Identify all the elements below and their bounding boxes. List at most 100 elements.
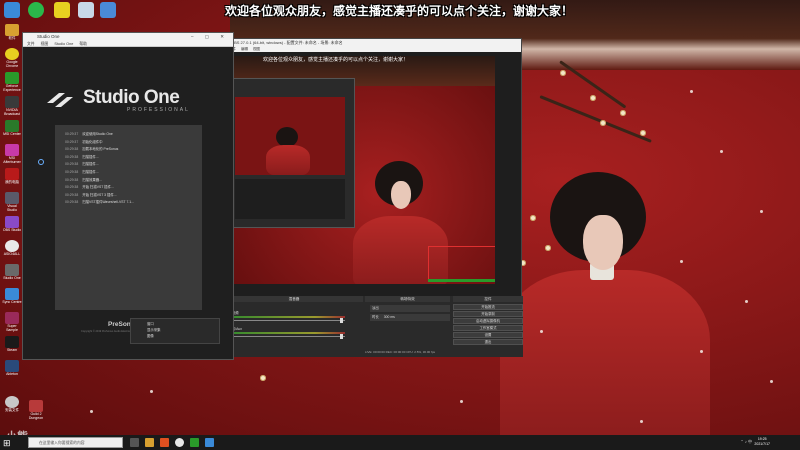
- wechat-icon[interactable]: [28, 2, 44, 18]
- desktop-icon[interactable]: 我的电脑: [2, 168, 22, 190]
- desktop-icon[interactable]: Steam: [2, 336, 22, 358]
- controls-dock-title: 控件: [453, 296, 523, 302]
- visual-studio-icon: [5, 216, 19, 228]
- msi-icon: [5, 144, 19, 156]
- mixer-dock-title: 混音器: [225, 296, 363, 302]
- log-line: 00:29:38 开始 扫描VST 3 插件...: [65, 192, 117, 197]
- desktop-icon[interactable]: Geforce Experience: [2, 72, 22, 94]
- desktop-icon[interactable]: Ableton: [2, 360, 22, 382]
- desktop-icon[interactable]: Google Chrome: [2, 48, 22, 70]
- obs-icon: [5, 240, 19, 252]
- obs-status-bar: LIVE: 00:00:00 REC: 00:00:00 CPU: 2.5%, …: [365, 350, 436, 354]
- mixer-volume-slider[interactable]: [225, 320, 345, 321]
- ableton-icon: [5, 396, 19, 408]
- explorer-icon[interactable]: [145, 438, 154, 447]
- loading-spinner-icon: [38, 159, 44, 165]
- taskbar-clock[interactable]: 19:25 2021/7/17: [754, 437, 770, 447]
- desktop-icon[interactable]: OBS Studio: [2, 216, 22, 238]
- task-view-icon[interactable]: [130, 438, 139, 447]
- log-line: 00:29:38 开始 扫描VST 插件...: [65, 185, 114, 190]
- start-streaming-button[interactable]: 开始推流: [453, 304, 523, 310]
- startup-log: 00:29:37 欢迎使用Studio One 00:29:37 初始化组件中 00…: [55, 125, 202, 310]
- studio-one-window[interactable]: Studio One ‒ ▢ ✕ 文件 视图 Studio One 帮助 Stu…: [22, 32, 234, 360]
- desktop-icon[interactable]: NVIDIA Broadcast: [2, 96, 22, 118]
- log-line: 00:29:38 加载本地化的 PreSonus: [65, 147, 119, 152]
- mixer-meter: [225, 316, 345, 318]
- steam-icon: [5, 360, 19, 372]
- desktop-icon-column: 软件 Google Chrome Geforce Experience NVID…: [0, 0, 24, 435]
- desktop-icon[interactable]: Visual Studio: [2, 192, 22, 214]
- mixer-volume-knob[interactable]: [340, 334, 343, 339]
- nvidia-broadcast-icon: [5, 120, 19, 132]
- media-icon[interactable]: [190, 438, 199, 447]
- log-line: 00:29:38 扫描插件...: [65, 154, 99, 159]
- app-icon[interactable]: [160, 438, 169, 447]
- bird-icon[interactable]: [100, 2, 116, 18]
- taskbar-search-input[interactable]: 在这里输入你要搜索的内容: [28, 437, 123, 448]
- system-tray[interactable]: ⌃ ♪ 中: [740, 439, 752, 445]
- nvidia-icon: [5, 96, 19, 108]
- windows-start-icon[interactable]: ⊞: [3, 438, 11, 449]
- desktop-icon[interactable]: Guild 2 Dungeon: [26, 400, 46, 422]
- mixer-volume-slider[interactable]: [225, 336, 345, 337]
- start-recording-button[interactable]: 开始录制: [453, 311, 523, 317]
- obs-menu-bar: 文件 编辑 视图: [225, 46, 521, 52]
- nested-docks: [235, 179, 345, 219]
- menu-view[interactable]: 视图: [41, 42, 49, 46]
- log-line: 00:29:38 扫描VST插件Waveshell-VST 7.1...: [65, 200, 135, 205]
- log-line: 00:29:37 初始化组件中: [65, 139, 103, 144]
- menu-edit[interactable]: 编辑: [241, 47, 248, 51]
- log-line: 00:29:38 扫描插件...: [65, 169, 99, 174]
- exit-button[interactable]: 退出: [453, 339, 523, 345]
- app-icon[interactable]: [54, 2, 70, 18]
- menu-studio-one[interactable]: Studio One: [54, 42, 73, 46]
- transitions-dock-title: 转场特效: [365, 296, 450, 302]
- desktop-icon[interactable]: Sync Centre: [2, 288, 22, 310]
- settings-button[interactable]: 设置: [453, 332, 523, 338]
- folder-icon: [5, 24, 19, 36]
- desktop-icon[interactable]: MSI Afterburner: [2, 144, 22, 166]
- studio-mode-button[interactable]: 工作室模式: [453, 325, 523, 331]
- studio-one-taskbar-icon[interactable]: [205, 438, 214, 447]
- app-icon: [29, 400, 43, 412]
- studio-one-icon: [5, 288, 19, 300]
- source-item[interactable]: 窗口: [131, 319, 219, 327]
- source-item[interactable]: 图像: [131, 333, 219, 339]
- desktop-icon[interactable]: Super Sample: [2, 312, 22, 334]
- obs-taskbar-icon[interactable]: [175, 438, 184, 447]
- stream-banner: 欢迎各位观众朋友，感觉主播还凑乎的可以点个关注，谢谢大家！: [225, 4, 574, 18]
- transition-select[interactable]: 淡出: [370, 305, 450, 312]
- sync-icon: [5, 312, 19, 324]
- desktop-icon[interactable]: 安装文件: [2, 396, 22, 418]
- chrome-icon: [5, 48, 19, 60]
- epic-icon: [5, 336, 19, 348]
- obs-docks: 混音器 转场特效 控件 桌面音频 麦克风/Aux 淡出 时长 300 ms 开始…: [225, 296, 523, 357]
- afterburner-icon: [5, 168, 19, 180]
- menu-file[interactable]: 文件: [27, 42, 35, 46]
- desktop-icon[interactable]: MSI Center: [2, 120, 22, 142]
- desktop-icon[interactable]: ASIO4ALL: [2, 240, 22, 262]
- log-line: 00:29:38 扫描效果器...: [65, 177, 102, 182]
- menu-view[interactable]: 视图: [253, 47, 260, 51]
- asio-icon: [5, 264, 19, 276]
- taskbar: ⊞ 在这里输入你要搜索的内容 ⌃ ♪ 中 19:25 2021/7/17: [0, 435, 800, 450]
- log-line: 00:29:37 欢迎使用Studio One: [65, 132, 113, 136]
- studio-one-logo-icon: [47, 93, 73, 107]
- menu-help[interactable]: 帮助: [79, 42, 87, 46]
- window-controls[interactable]: ‒ ▢ ✕: [191, 33, 229, 41]
- mixer-meter: [225, 332, 345, 334]
- transition-duration[interactable]: 时长 300 ms: [370, 314, 450, 321]
- mixer-volume-knob[interactable]: [340, 318, 343, 323]
- obs-title-bar: OBS 27.0.1 (64-bit, windows) - 配置文件: 未命名…: [225, 39, 521, 46]
- desktop-icon[interactable]: Studio One: [2, 264, 22, 286]
- studio-one-logo: Studio One PROFESSIONAL: [83, 87, 190, 113]
- preview-banner: 欢迎各位观众朋友，感觉主播还凑乎的可以点个关注，谢谢大家！: [263, 57, 409, 63]
- source-selection-box[interactable]: [428, 246, 495, 281]
- studio-one-title-bar: Studio One ‒ ▢ ✕: [23, 33, 233, 41]
- log-line: 00:29:38 扫描插件...: [65, 162, 99, 167]
- virtual-camera-button[interactable]: 启动虚拟摄像机: [453, 318, 523, 324]
- desktop-icon[interactable]: 软件: [2, 24, 22, 46]
- cloud-icon[interactable]: [78, 2, 94, 18]
- sources-dock: 窗口 显示采集 图像: [130, 318, 220, 344]
- logo-subtitle: PROFESSIONAL: [127, 107, 190, 113]
